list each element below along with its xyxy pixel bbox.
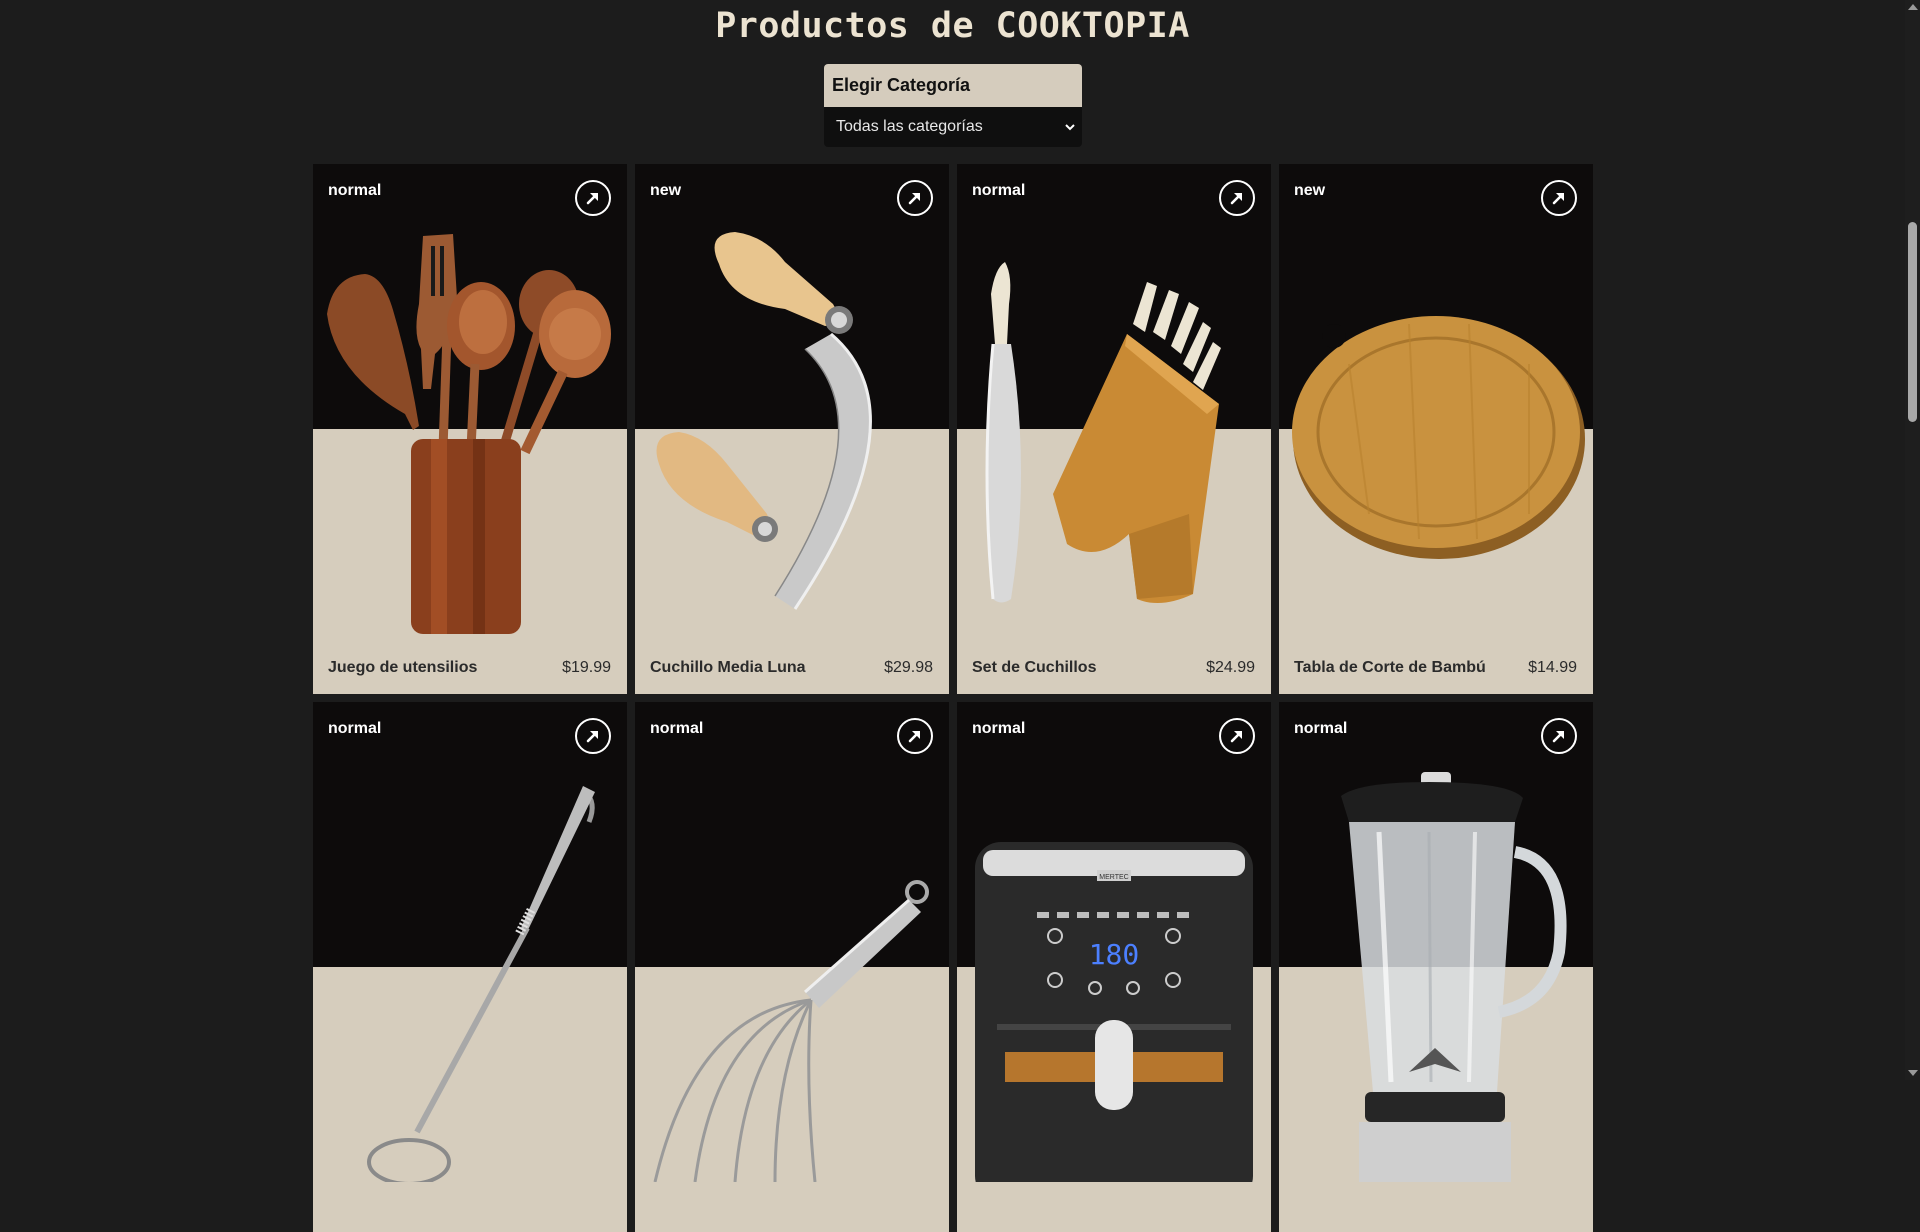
arrow-up-right-icon (908, 731, 920, 743)
open-product-button[interactable] (1541, 180, 1577, 216)
page-scrollbar[interactable] (1905, 0, 1920, 1080)
open-product-button[interactable] (575, 718, 611, 754)
arrow-up-right-icon (908, 193, 920, 205)
product-name: Juego de utensilios (328, 659, 478, 676)
blender-image (1341, 772, 1567, 1182)
category-label: Elegir Categoría (824, 64, 1082, 107)
whisk-image (653, 880, 929, 1182)
knife-block-image (985, 262, 1221, 603)
chevron-down-icon (1065, 124, 1075, 131)
page-title: Productos de COOKTOPIA (715, 6, 1190, 46)
arrow-up-right-icon (586, 731, 598, 743)
open-product-button[interactable] (1541, 718, 1577, 754)
product-price: $24.99 (1206, 659, 1255, 676)
arrow-up-right-icon (1230, 731, 1242, 743)
category-filter: Elegir Categoría Todas las categorías (824, 64, 1082, 147)
arrow-up-right-icon (586, 193, 598, 205)
skimmer-image (367, 786, 595, 1182)
product-card[interactable]: normal (313, 702, 627, 1232)
product-card[interactable]: normal (1279, 702, 1593, 1232)
product-grid: normal Juego de utensilios $19.99 new Cu… (313, 164, 1593, 1232)
product-card[interactable]: normal (635, 702, 949, 1232)
product-card[interactable]: normal Set de Cuchillos $24.99 (957, 164, 1271, 694)
product-name: Cuchillo Media Luna (650, 659, 806, 676)
category-select[interactable]: Todas las categorías (824, 107, 1082, 147)
product-badge: normal (328, 720, 382, 737)
product-name: Tabla de Corte de Bambú (1294, 659, 1486, 676)
product-badge: normal (650, 720, 704, 737)
product-name: Set de Cuchillos (972, 659, 1097, 676)
product-price: $19.99 (562, 659, 611, 676)
open-product-button[interactable] (1219, 718, 1255, 754)
product-card[interactable]: new Cuchillo Media Luna $29.98 (635, 164, 949, 694)
arrow-up-right-icon (1552, 193, 1564, 205)
air-fryer-display: 180 (1089, 938, 1140, 971)
open-product-button[interactable] (575, 180, 611, 216)
product-badge: normal (972, 720, 1026, 737)
product-badge: normal (328, 182, 382, 199)
mezzaluna-knife-image (656, 232, 872, 610)
product-badge: normal (1294, 720, 1348, 737)
category-select-value: Todas las categorías (836, 118, 983, 135)
air-fryer-brand: MERTEC (1099, 874, 1128, 881)
open-product-button[interactable] (897, 718, 933, 754)
product-badge: normal (972, 182, 1026, 199)
scroll-thumb[interactable] (1908, 222, 1917, 422)
product-price: $29.98 (884, 659, 933, 676)
product-badge: new (1294, 182, 1326, 199)
arrow-up-right-icon (1230, 193, 1242, 205)
scroll-down-arrow-icon[interactable] (1908, 1070, 1918, 1076)
arrow-up-right-icon (1552, 731, 1564, 743)
open-product-button[interactable] (897, 180, 933, 216)
product-card[interactable]: normal MERTEC 180 (957, 702, 1271, 1232)
product-badge: new (650, 182, 682, 199)
air-fryer-image: MERTEC 180 (975, 842, 1253, 1182)
product-card[interactable]: normal Juego de utensilios $19.99 (313, 164, 627, 694)
product-price: $14.99 (1528, 659, 1577, 676)
wooden-utensils-image (327, 234, 611, 634)
open-product-button[interactable] (1219, 180, 1255, 216)
bamboo-board-image (1292, 316, 1585, 559)
product-card[interactable]: new Tabla de Corte de Bambú $14.99 (1279, 164, 1593, 694)
scroll-up-arrow-icon[interactable] (1908, 4, 1918, 10)
